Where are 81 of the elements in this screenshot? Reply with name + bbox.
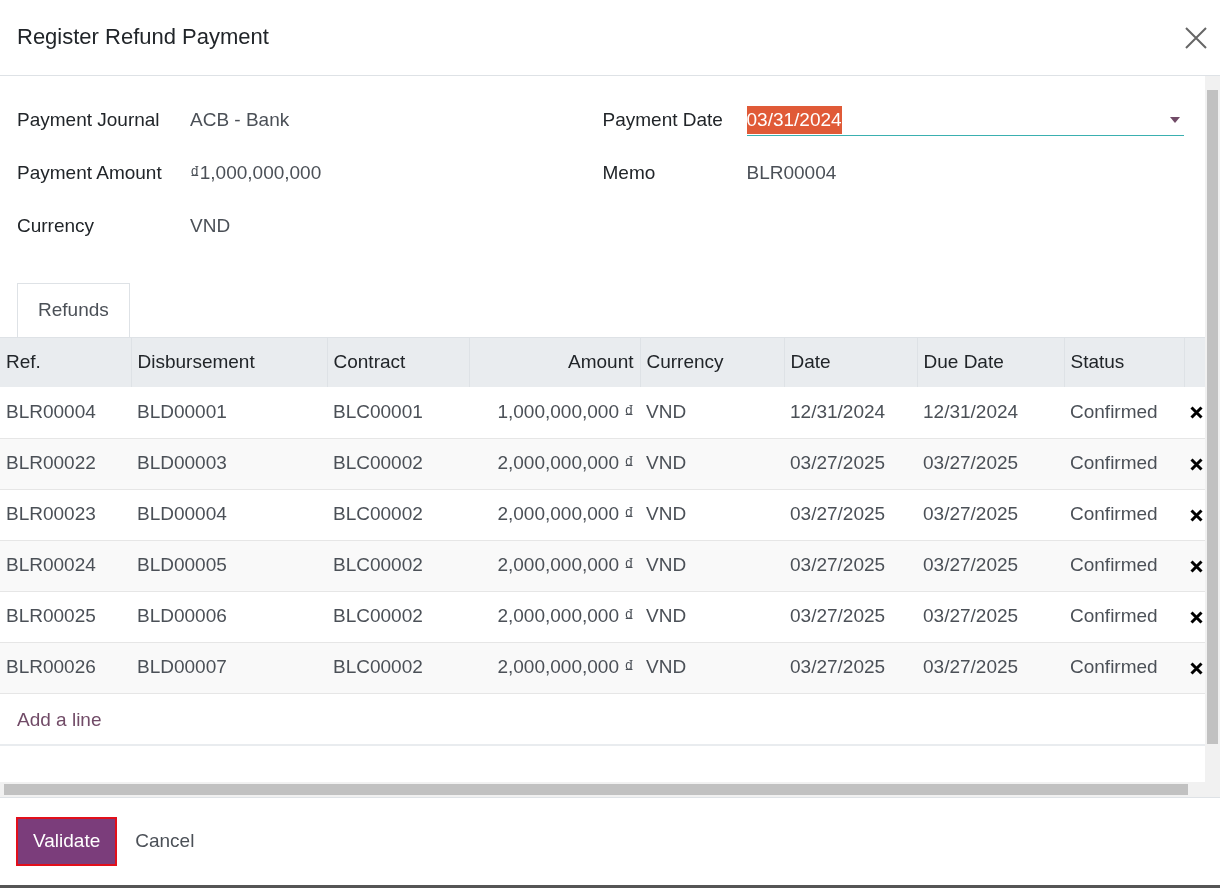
table-cell: 2,000,000,000 ₫: [469, 591, 640, 642]
table-cell: BLD00005: [131, 540, 327, 591]
column-header[interactable]: Amount: [469, 337, 640, 387]
validate-button[interactable]: Validate: [16, 817, 118, 866]
table-cell: BLD00006: [131, 591, 327, 642]
table-cell: 1,000,000,000 ₫: [469, 387, 640, 438]
column-header[interactable]: Currency: [640, 337, 784, 387]
table-cell: Confirmed: [1064, 387, 1184, 438]
table-cell: 2,000,000,000 ₫: [469, 489, 640, 540]
field-label: Memo: [602, 161, 657, 186]
column-header[interactable]: Due Date: [917, 337, 1064, 387]
table-cell: 03/27/2025: [784, 642, 917, 693]
delete-icon[interactable]: [1190, 457, 1203, 471]
table-cell: BLD00001: [131, 387, 327, 438]
field-value: ACB - Bank: [190, 108, 290, 133]
table-cell: BLC00002: [327, 540, 469, 591]
field-value: VND: [190, 214, 231, 239]
field-label: Payment Date: [602, 108, 724, 133]
dialog-title: Register Refund Payment: [17, 24, 269, 51]
table-cell: BLR00004: [0, 387, 131, 438]
horizontal-scrollbar[interactable]: [0, 782, 1220, 797]
table-cell: 03/27/2025: [917, 489, 1064, 540]
table-cell: BLD00007: [131, 642, 327, 693]
table-cell: 12/31/2024: [784, 387, 917, 438]
cancel-button[interactable]: Cancel: [127, 819, 203, 864]
table-cell: VND: [640, 387, 784, 438]
table-cell: VND: [640, 540, 784, 591]
table-cell: 03/27/2025: [917, 642, 1064, 693]
table-cell: BLC00002: [327, 642, 469, 693]
table-cell: 03/27/2025: [784, 591, 917, 642]
table-cell: 2,000,000,000 ₫: [469, 540, 640, 591]
table-cell: BLD00004: [131, 489, 327, 540]
table-cell: BLR00025: [0, 591, 131, 642]
vertical-scrollbar[interactable]: [1205, 76, 1220, 782]
column-header[interactable]: Ref.: [0, 337, 131, 387]
table-cell: BLD00003: [131, 438, 327, 489]
field-label: Currency: [17, 214, 96, 239]
field-value: BLR00004: [746, 161, 837, 186]
field-label: Payment Journal: [17, 108, 161, 133]
table-cell: VND: [640, 489, 784, 540]
delete-icon[interactable]: [1190, 508, 1203, 522]
delete-icon[interactable]: [1190, 559, 1203, 573]
table-cell: 2,000,000,000 ₫: [469, 642, 640, 693]
tab[interactable]: Refunds: [17, 283, 130, 337]
field-label: Payment Amount: [17, 161, 163, 186]
table-cell: Confirmed: [1064, 642, 1184, 693]
field-value: ₫1,000,000,000: [190, 161, 322, 186]
delete-icon[interactable]: [1190, 406, 1203, 420]
add-line-link[interactable]: Add a line: [0, 693, 1205, 746]
table-cell: BLC00002: [327, 591, 469, 642]
table-cell: Confirmed: [1064, 540, 1184, 591]
table-cell: 03/27/2025: [917, 438, 1064, 489]
table-cell: Confirmed: [1064, 489, 1184, 540]
table-cell: 03/27/2025: [784, 438, 917, 489]
table-cell: VND: [640, 591, 784, 642]
table-cell: BLR00026: [0, 642, 131, 693]
close-icon[interactable]: [1184, 25, 1208, 50]
table-cell: VND: [640, 642, 784, 693]
table-cell: 12/31/2024: [917, 387, 1064, 438]
table-cell: 03/27/2025: [917, 591, 1064, 642]
column-header[interactable]: Status: [1064, 337, 1184, 387]
table-cell: BLC00002: [327, 438, 469, 489]
caret-icon: [1170, 117, 1180, 123]
table-cell: BLR00023: [0, 489, 131, 540]
table-cell: BLC00002: [327, 489, 469, 540]
table-cell: Confirmed: [1064, 438, 1184, 489]
date-field[interactable]: 03/31/2024: [746, 105, 1184, 136]
table-cell: 03/27/2025: [784, 489, 917, 540]
table-cell: BLR00024: [0, 540, 131, 591]
table-cell: 03/27/2025: [784, 540, 917, 591]
table-cell: 03/27/2025: [917, 540, 1064, 591]
column-header[interactable]: Contract: [327, 337, 469, 387]
table-cell: Confirmed: [1064, 591, 1184, 642]
table-cell: BLR00022: [0, 438, 131, 489]
delete-icon[interactable]: [1190, 661, 1203, 675]
delete-icon[interactable]: [1190, 610, 1203, 624]
table-cell: BLC00001: [327, 387, 469, 438]
column-header[interactable]: Disbursement: [131, 337, 327, 387]
column-header[interactable]: Date: [784, 337, 917, 387]
table-cell: VND: [640, 438, 784, 489]
table-cell: 2,000,000,000 ₫: [469, 438, 640, 489]
